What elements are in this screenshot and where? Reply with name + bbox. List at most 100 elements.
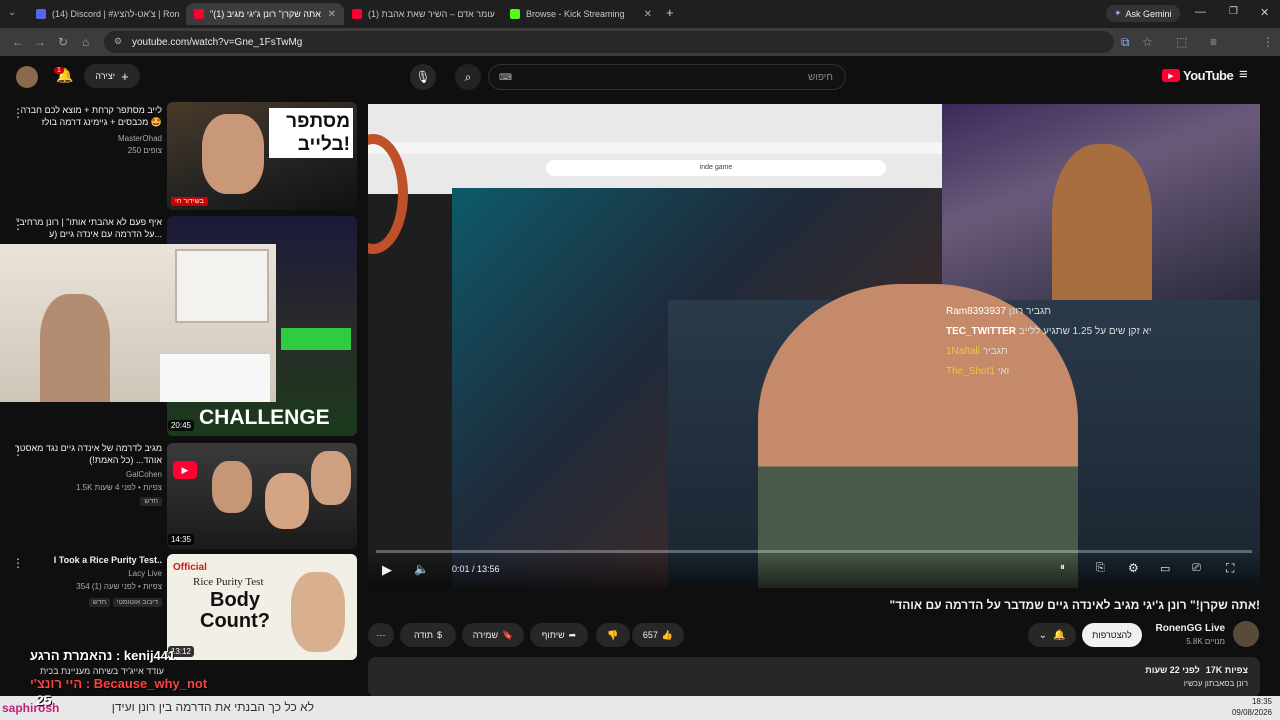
home-icon[interactable]: ⌂ [82,35,89,49]
minimize-button[interactable]: — [1195,6,1206,18]
overlay-line: נהאמרת הרגע : kenij441 [30,648,176,663]
avatar[interactable] [16,66,38,88]
overlay-line: היי רונצ'י : Because_why_not [30,676,208,691]
ticker-user: saphirosh [2,701,60,715]
play-icon: ▶ [173,461,197,479]
chevron-down-icon: ⌄ [1038,629,1047,641]
thumbnail-face [311,451,351,505]
close-icon[interactable]: ✕ [322,9,336,20]
thanks-button[interactable]: תודה $ [400,623,456,647]
list-item[interactable]: ⋮ I Took a Rice Purity Test.. Lacy Live … [0,552,360,660]
thumbs-down-icon: 👎 [607,629,619,640]
microphone-icon: 🎙 [415,70,431,84]
new-badge: חדש [88,598,111,607]
auto-dub-badge: דיבוב אוטומטי [112,598,162,607]
close-icon[interactable]: ✕ [638,9,652,20]
chat-message: Ram8393937 תגביר רונן [946,306,1052,317]
tab-search-icon[interactable]: ⌄ [8,7,16,18]
translate-icon[interactable]: ⧉ [1121,35,1130,50]
webcam-person [40,294,110,402]
voice-search-button[interactable]: 🎙 [410,64,436,90]
settings-gear-icon[interactable]: ⚙ [1128,561,1139,575]
keyboard-icon[interactable]: ⌨ [499,72,512,83]
youtube-icon [194,9,204,19]
bookmark-star-icon[interactable]: ☆ [1142,35,1153,49]
reload-icon[interactable]: ↻ [58,35,68,49]
thumbnail-face [265,473,309,529]
create-button[interactable]: יצירה + [84,64,140,88]
window-close-button[interactable]: ✕ [1260,6,1269,19]
inner-chat-column [368,194,452,588]
close-icon[interactable]: ✕ [495,9,502,20]
list-item[interactable]: ⋮ לייב מסתפר קרחת + מוצא לכם חברה מכבסים… [0,102,360,212]
list-item[interactable]: ⋮ מגיב לדרמה של אינדה גיים נגד מאסטר אוה… [0,440,360,549]
back-icon[interactable]: ← [12,35,24,49]
address-bar-row: ← → ↻ ⌂ ⚙ youtube.com/watch?v=Gne_1FsTwM… [0,28,1280,77]
kick-icon [510,9,520,19]
new-badge: חדש [140,497,162,506]
tab-kick[interactable]: Browse - Kick Streaming ✕ [502,3,660,25]
video-thumbnail[interactable]: Official Rice Purity Test Body Count? [167,554,357,660]
chrome-menu-icon[interactable]: ⋮ [1262,35,1274,49]
clock-time: 18:35 [1251,697,1272,706]
guide-menu-icon[interactable]: ≡ [1239,66,1248,83]
tab-label: "אתה שקרן" רונן ג'יגי מגיב (1) [210,9,321,19]
captions-icon[interactable]: ⎘ [1096,562,1105,575]
youtube-icon [352,9,362,19]
search-input[interactable]: ⌨ חיפוש [488,64,846,90]
notifications-toggle[interactable]: ⌄ 🔔 [1028,623,1076,647]
site-info-icon[interactable]: ⚙ [114,36,122,47]
bell-icon: 🔔 [1052,629,1066,641]
video-thumbnail[interactable]: ▶ [167,443,357,549]
tab-list-icon[interactable]: ≡ [1210,35,1217,49]
cast-icon[interactable]: ⎚ [1192,562,1201,575]
live-badge: בשידור חי [171,197,208,206]
play-pause-button[interactable]: ▶ [382,562,392,578]
bookmark-icon: 🔖 [502,629,514,640]
tab-discord[interactable]: (14) Discord | #צ'אט-להציג | Ron ✕ [28,3,186,25]
dislike-button[interactable]: 👎 [596,623,630,647]
thumbnail-subtitle: Rice Purity Test [193,576,264,588]
description-text: רונן בסאבתון עכשיו [1183,679,1248,688]
inner-browser-bar [368,142,942,154]
notification-count: 1 [54,67,64,74]
stream-chat-overlay: Ram8393937 תגביר רונן TEC_TWITTER יא זקן… [946,302,1246,382]
clock-date: 09/08/2026 [1231,708,1272,717]
thumbnail-face [202,114,264,194]
fullscreen-icon[interactable]: ⛶ [1226,561,1234,576]
subscribe-button[interactable]: להצטרפות [1082,623,1142,647]
tab-label: (14) Discord | #צ'אט-להציג | Ron [52,9,180,19]
thumbs-up-icon: 👍 [661,629,674,640]
view-stats: לפני 22 שעות 17K צפיות [1145,665,1248,675]
miniplayer-icon[interactable]: ▭ [1160,562,1170,575]
forward-icon[interactable]: → [34,35,46,49]
new-tab-button[interactable]: + [666,5,674,20]
thumbnail-face [291,572,345,652]
progress-bar[interactable] [376,550,1252,553]
discord-icon [36,9,46,19]
chat-message: 1Naftali תגביר [946,346,1008,357]
ask-gemini-button[interactable]: ✦ Ask Gemini [1106,5,1180,22]
share-icon: ➦ [568,629,577,640]
search-button[interactable]: ⌕ [455,64,481,90]
streamer-person [1052,144,1152,300]
extensions-icon[interactable]: ⬚ [1176,35,1187,49]
chat-message: The_Shot1 ואי [946,366,1010,377]
stream-overlay: נהאמרת הרגע : kenij441 עודד אייג'יד בשיח… [0,648,360,696]
more-actions-button[interactable]: ⋯ [368,623,394,647]
autoplay-toggle[interactable]: ⏸ [1060,562,1065,573]
video-thumbnail[interactable]: מסתפר בלייב! בשידור חי [167,102,357,210]
like-button[interactable]: 657 👍 [632,623,684,647]
url-input[interactable]: ⚙ youtube.com/watch?v=Gne_1FsTwMg [104,31,1114,53]
tab-label: Browse - Kick Streaming [526,9,625,19]
tab-omer-adam[interactable]: (1) עומר אדם – השיר שאת אהבת ✕ [344,3,502,25]
restore-button[interactable]: ❐ [1229,6,1238,17]
save-button[interactable]: שמירה 🔖 [462,623,524,647]
youtube-logo[interactable]: ▶ YouTube [1162,68,1234,83]
share-button[interactable]: שיתוף ➦ [530,623,588,647]
channel-avatar[interactable] [1233,621,1259,647]
tab-youtube-video[interactable]: "אתה שקרן" רונן ג'יגי מגיב (1) ✕ [186,3,344,25]
description-box[interactable]: לפני 22 שעות 17K צפיות רונן בסאבתון עכשיו [368,657,1260,697]
volume-icon[interactable]: 🔈 [414,562,429,576]
video-player[interactable]: inde game Ram8393937 תגביר רונן TEC_TWIT… [368,104,1260,588]
